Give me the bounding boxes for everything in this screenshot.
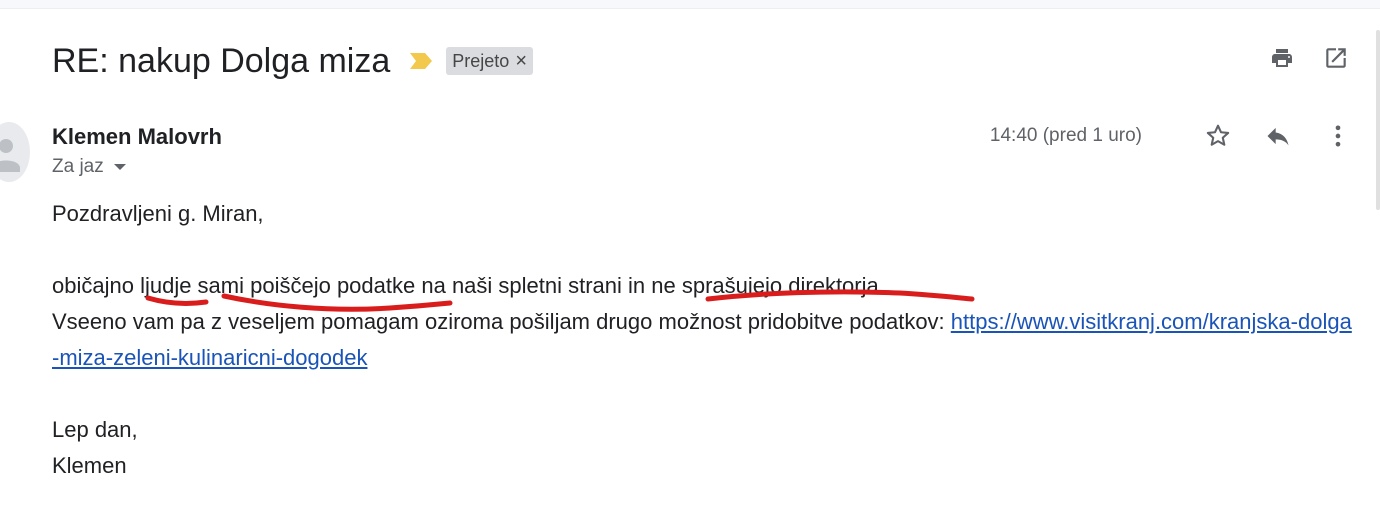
thread-actions — [1268, 44, 1350, 72]
body-line-1-part-e: . — [878, 273, 885, 298]
star-icon[interactable] — [1204, 122, 1232, 150]
subject-row: RE: nakup Dolga miza Prejeto × — [52, 38, 534, 84]
more-vert-icon[interactable] — [1324, 122, 1352, 150]
body-line-2-text: Vseeno vam pa z veseljem pomagam oziroma… — [52, 309, 951, 334]
avatar[interactable] — [0, 122, 30, 182]
highlighted-phrase-2: ne sprašujejo direktorja — [651, 273, 879, 298]
open-in-new-window-icon[interactable] — [1322, 44, 1350, 72]
body-line-1-part-c: na naši spletni strani in — [415, 273, 652, 298]
scrollbar[interactable] — [1376, 30, 1380, 210]
message-time: 14:40 (pred 1 uro) — [989, 125, 1142, 146]
reply-icon[interactable] — [1264, 122, 1292, 150]
highlighted-phrase-1: ljudje sami poiščejo podatke — [140, 273, 416, 298]
sender-name[interactable]: Klemen Malovrh — [52, 124, 222, 150]
signature: Klemen — [52, 453, 127, 478]
label-chip-text: Prejeto — [452, 50, 510, 71]
print-icon[interactable] — [1268, 44, 1296, 72]
recipient-label: Za jaz — [52, 156, 104, 177]
email-subject: RE: nakup Dolga miza — [52, 41, 391, 80]
body-line-2: Vseeno vam pa z veseljem pomagam oziroma… — [52, 304, 1352, 376]
greeting: Pozdravljeni g. Miran, — [52, 201, 264, 226]
toolbar-edge — [0, 0, 1380, 9]
person-icon — [0, 139, 20, 172]
remove-label-button[interactable]: × — [515, 51, 527, 71]
importance-marker-icon[interactable] — [408, 51, 434, 71]
closing: Lep dan, — [52, 417, 138, 442]
chevron-down-icon — [113, 164, 126, 170]
body-line-1-part-a: običajno — [52, 273, 141, 298]
message-meta: 14:40 (pred 1 uro) — [990, 122, 1352, 150]
message-body: Pozdravljeni g. Miran, običajno ljudje s… — [52, 196, 1352, 484]
label-chip[interactable]: Prejeto × — [446, 47, 534, 75]
recipient-details-toggle[interactable]: Za jaz — [52, 156, 126, 178]
body-line-1: običajno ljudje sami poiščejo podatke na… — [52, 268, 1352, 304]
